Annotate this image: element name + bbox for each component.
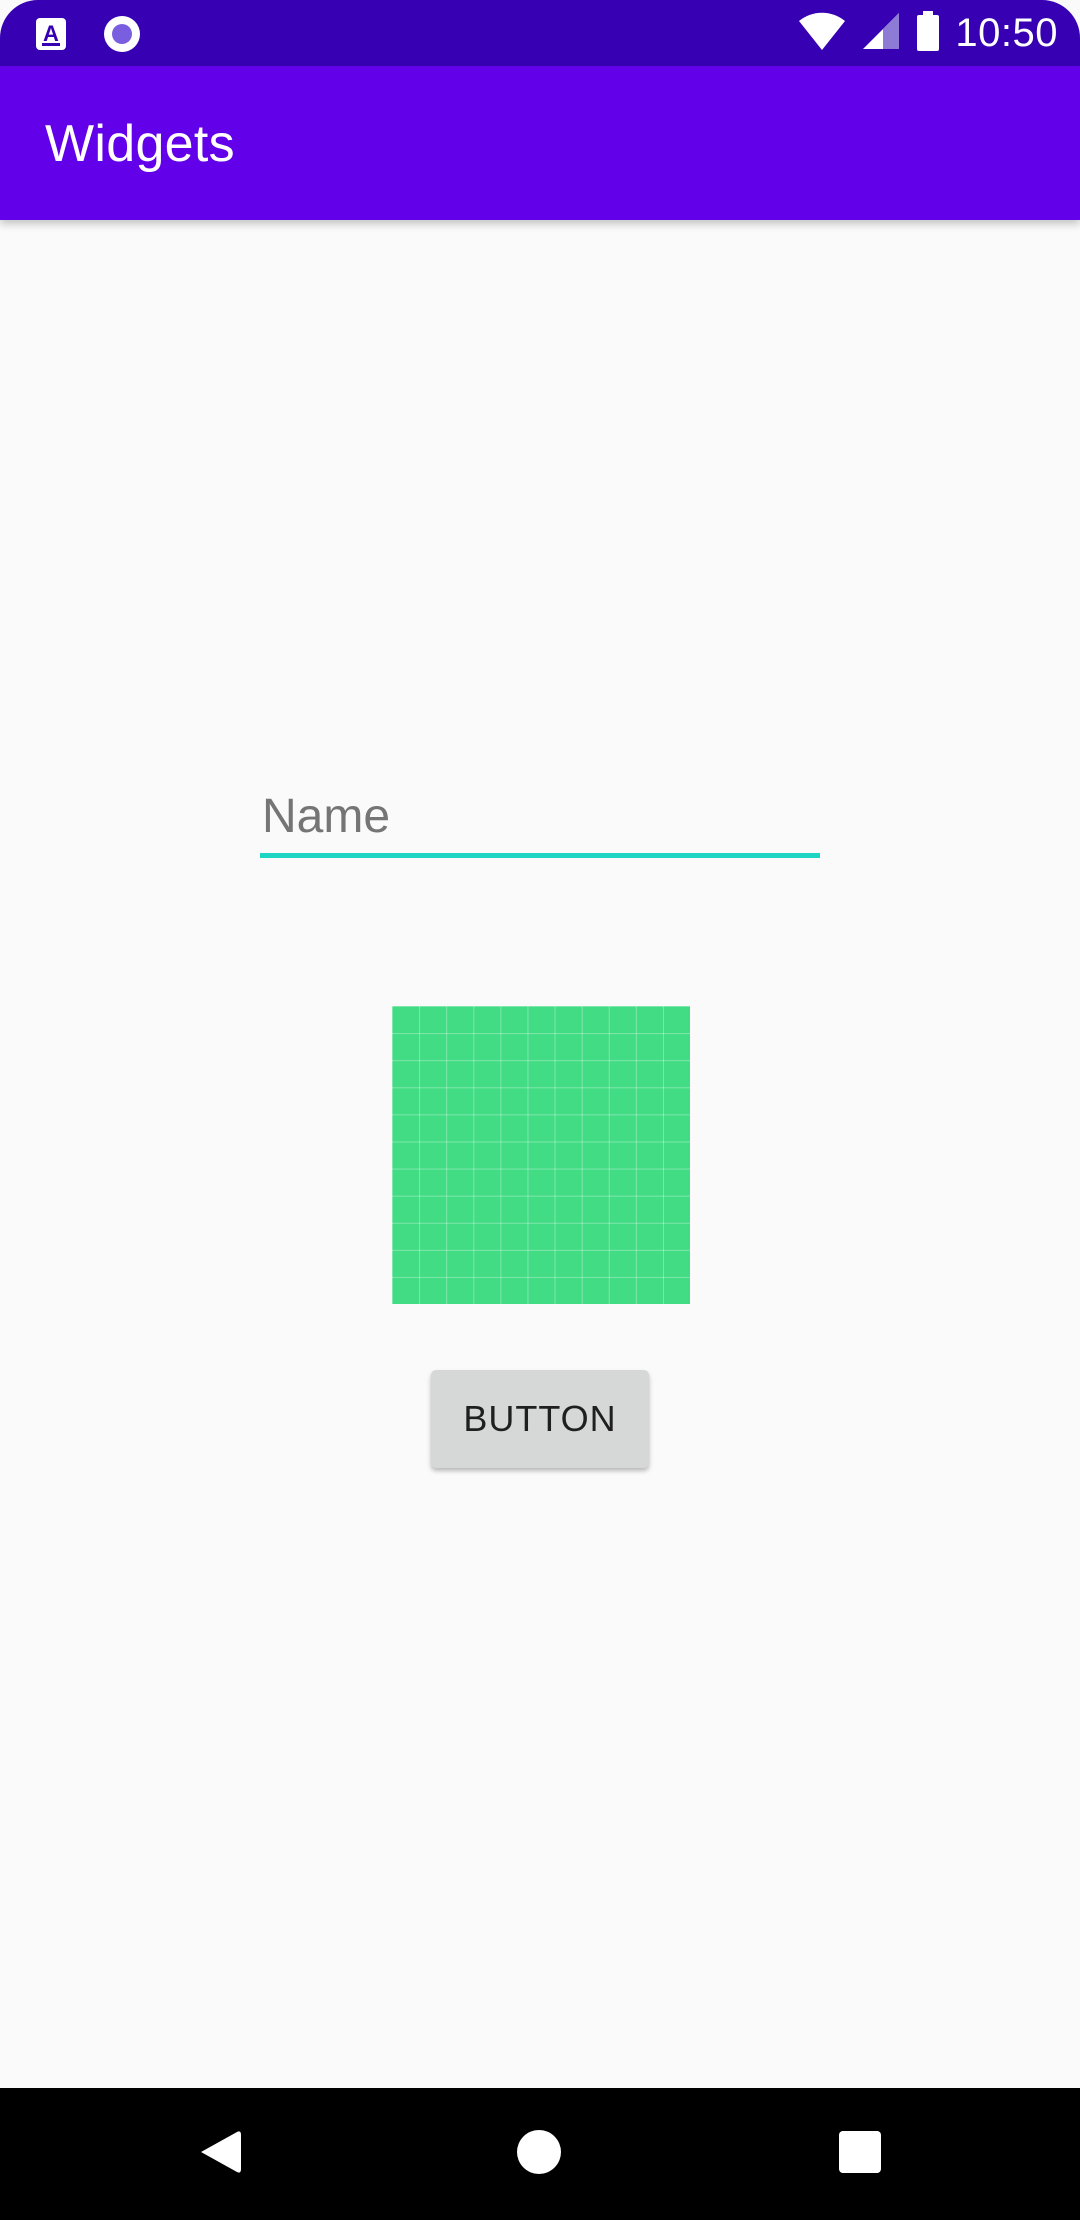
recents-icon — [838, 2130, 882, 2179]
wifi-icon — [797, 10, 847, 57]
app-bar: Widgets — [0, 66, 1080, 220]
back-icon — [197, 2128, 243, 2181]
accessibility-icon: A — [34, 16, 68, 57]
navigation-bar — [0, 2088, 1080, 2220]
green-grid-image — [392, 1006, 690, 1304]
status-bar: A 10:50 — [0, 0, 1080, 66]
name-field[interactable] — [260, 780, 820, 862]
name-input-underline — [260, 853, 820, 858]
record-icon — [102, 14, 142, 59]
svg-text:A: A — [43, 21, 59, 46]
signal-icon — [861, 11, 901, 56]
main-button[interactable]: BUTTON — [431, 1370, 649, 1468]
home-button[interactable] — [503, 2118, 575, 2190]
status-time: 10:50 — [955, 11, 1058, 55]
recents-button[interactable] — [824, 2118, 896, 2190]
home-icon — [516, 2129, 562, 2180]
app-title: Widgets — [45, 115, 235, 173]
name-input[interactable] — [260, 780, 820, 852]
status-right-icons: 10:50 — [797, 10, 1058, 57]
back-button[interactable] — [184, 2118, 256, 2190]
battery-icon — [915, 10, 941, 57]
status-left-icons: A — [34, 14, 142, 59]
